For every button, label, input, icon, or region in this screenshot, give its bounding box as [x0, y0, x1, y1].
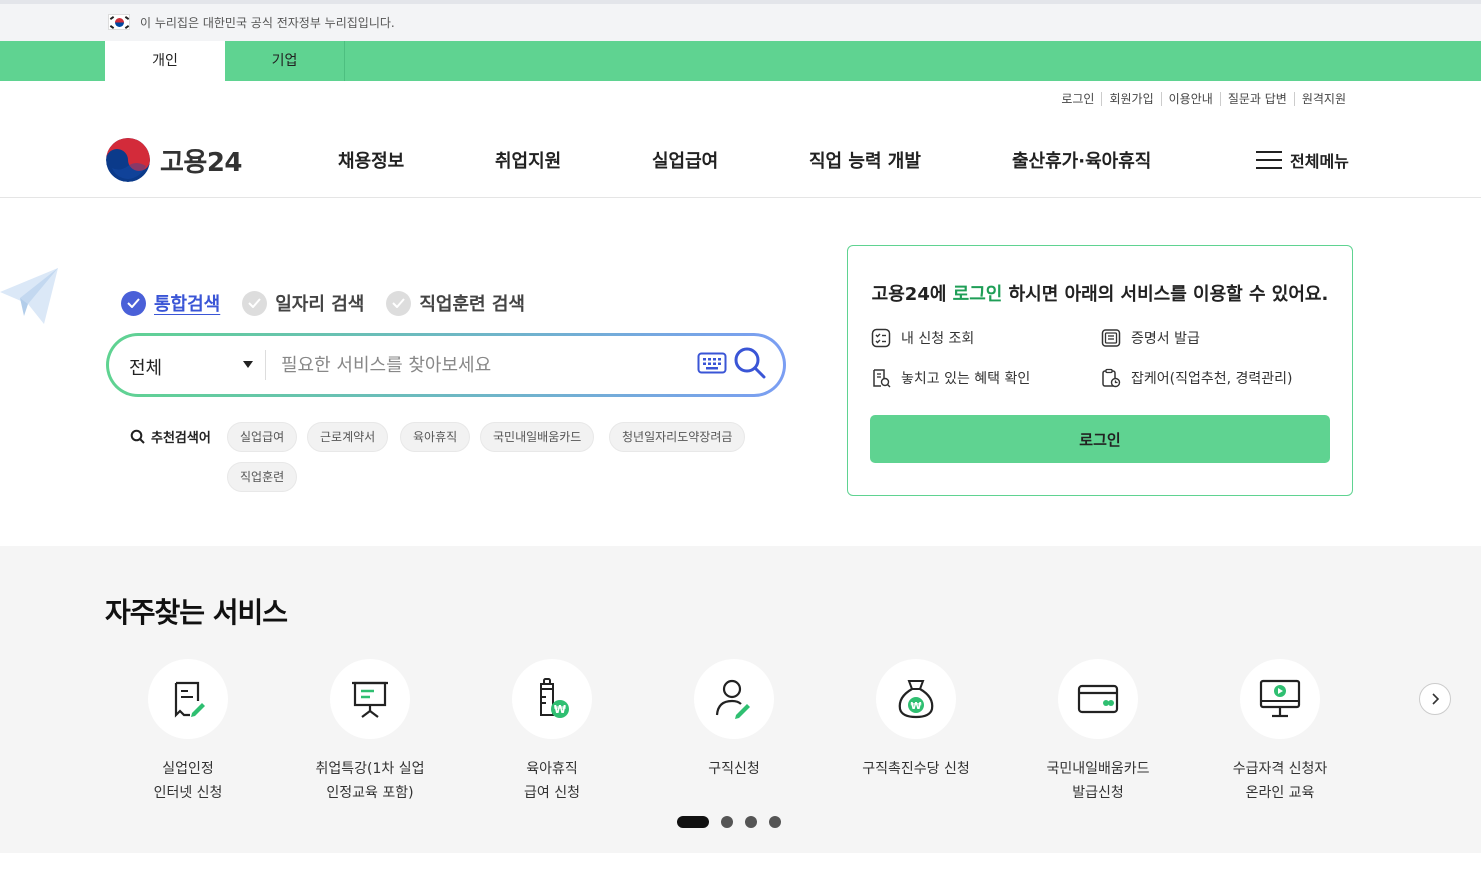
- header: 고용24 채용정보 취업지원 실업급여 직업 능력 개발 출산휴가·육아휴직 전…: [0, 118, 1481, 198]
- monitor-play-icon: [1259, 679, 1301, 718]
- gnb-parental-leave[interactable]: 출산휴가·육아휴직: [1012, 147, 1151, 173]
- korea-flag-icon: [108, 14, 130, 30]
- service-item[interactable]: ₩ 육아휴직 급여 신청: [462, 659, 642, 805]
- frequent-services-section: 자주찾는 서비스 실업인정인터넷 신청 취업특강(1차 실업인정교육 포함): [0, 546, 1481, 853]
- login-service-item[interactable]: 내 신청 조회: [871, 328, 974, 348]
- remote-support-link[interactable]: 원격지원: [1293, 92, 1353, 106]
- gnb-unemployment-benefit[interactable]: 실업급여: [652, 147, 718, 173]
- search-icon: [130, 429, 145, 444]
- keyword-chip[interactable]: 근로계약서: [307, 422, 389, 452]
- jobcare-icon: [1102, 368, 1121, 388]
- carousel-pager: [677, 816, 781, 828]
- taegeuk-logo-icon[interactable]: [106, 138, 150, 182]
- pager-dot[interactable]: [721, 816, 733, 828]
- chevron-right-icon: [1432, 693, 1440, 705]
- checklist-icon: [871, 328, 891, 348]
- login-link[interactable]: 로그인: [1054, 92, 1101, 106]
- keyword-chip[interactable]: 육아휴직: [400, 422, 471, 452]
- baby-bottle-won-icon: ₩: [540, 678, 569, 718]
- gnb-jobs[interactable]: 채용정보: [338, 147, 404, 173]
- search-input[interactable]: [281, 348, 681, 382]
- virtual-keyboard-icon[interactable]: [697, 352, 727, 374]
- svg-text:₩: ₩: [910, 701, 921, 712]
- gnb-skill-development[interactable]: 직업 능력 개발: [809, 147, 921, 173]
- benefit-search-icon: [873, 369, 891, 388]
- check-icon: [242, 290, 268, 316]
- gnb-employment-support[interactable]: 취업지원: [495, 147, 561, 173]
- tab-job-search[interactable]: 일자리 검색: [242, 290, 364, 316]
- keyword-chip[interactable]: 청년일자리도약장려금: [609, 422, 746, 452]
- person-edit-icon: [715, 679, 750, 719]
- caret-down-icon[interactable]: [243, 361, 253, 368]
- keyword-chip[interactable]: 국민내일배움카드: [480, 422, 595, 452]
- gov-banner-text: 이 누리집은 대한민국 공식 전자정부 누리집입니다.: [140, 16, 395, 30]
- section-title: 자주찾는 서비스: [105, 596, 288, 629]
- login-service-item[interactable]: 잡케어(직업추천, 경력관리): [1101, 368, 1293, 388]
- service-item[interactable]: ₩ 구직촉진수당 신청: [826, 659, 1006, 781]
- login-message: 고용24에 로그인 하시면 아래의 서비스를 이용할 수 있어요.: [871, 284, 1329, 305]
- paper-plane-icon: [0, 268, 58, 324]
- search-scope-select[interactable]: 전체: [129, 354, 162, 380]
- login-panel: 고용24에 로그인 하시면 아래의 서비스를 이용할 수 있어요. 내 신청 조…: [847, 245, 1353, 496]
- divider: [265, 350, 266, 380]
- svg-text:₩: ₩: [554, 703, 566, 716]
- check-icon: [386, 290, 412, 316]
- pager-dot[interactable]: [745, 816, 757, 828]
- tab-business[interactable]: 기업: [225, 41, 345, 81]
- tab-integrated-search[interactable]: 통합검색: [121, 290, 220, 316]
- document-edit-icon: [174, 681, 205, 718]
- utility-links: 로그인 회원가입 이용안내 질문과 답변 원격지원: [1054, 92, 1353, 106]
- service-item[interactable]: 구직신청: [644, 659, 824, 781]
- qna-link[interactable]: 질문과 답변: [1219, 92, 1294, 106]
- money-bag-icon: ₩: [898, 680, 934, 719]
- search-icon[interactable]: [733, 346, 767, 380]
- recommend-label: 추천검색어: [130, 427, 211, 446]
- all-menu-button[interactable]: 전체메뉴: [1256, 148, 1349, 172]
- card-icon: [1077, 684, 1119, 714]
- pager-dot[interactable]: [769, 816, 781, 828]
- search-tabs: 통합검색 일자리 검색 직업훈련 검색: [121, 290, 547, 316]
- certificate-icon: [1101, 329, 1121, 347]
- check-icon: [121, 290, 146, 316]
- keyword-chip[interactable]: 직업훈련: [227, 462, 298, 492]
- login-button[interactable]: 로그인: [870, 415, 1330, 463]
- login-service-item[interactable]: 증명서 발급: [1101, 328, 1200, 348]
- service-item[interactable]: 국민내일배움카드 발급신청: [1008, 659, 1188, 805]
- keyword-chip[interactable]: 실업급여: [227, 422, 298, 452]
- search-box: 전체: [106, 333, 786, 397]
- hamburger-icon: [1256, 151, 1282, 169]
- guide-link[interactable]: 이용안내: [1160, 92, 1220, 106]
- user-type-bar: 개인 기업: [0, 41, 1481, 81]
- all-menu-label: 전체메뉴: [1290, 152, 1349, 171]
- carousel-next-button[interactable]: [1419, 683, 1451, 715]
- lecture-board-icon: [352, 681, 388, 718]
- login-service-item[interactable]: 놓치고 있는 혜택 확인: [871, 368, 1030, 388]
- signup-link[interactable]: 회원가입: [1101, 92, 1160, 106]
- service-item[interactable]: 취업특강(1차 실업 인정교육 포함): [280, 659, 460, 805]
- tab-personal[interactable]: 개인: [105, 41, 225, 81]
- tab-training-search[interactable]: 직업훈련 검색: [386, 290, 525, 316]
- service-item[interactable]: 수급자격 신청자 온라인 교육: [1190, 659, 1370, 805]
- pager-dot-active[interactable]: [677, 816, 709, 828]
- service-item[interactable]: 실업인정 인터넷 신청: [98, 659, 278, 805]
- gov-banner: 이 누리집은 대한민국 공식 전자정부 누리집입니다.: [0, 0, 1481, 41]
- site-title[interactable]: 고용24: [160, 142, 243, 179]
